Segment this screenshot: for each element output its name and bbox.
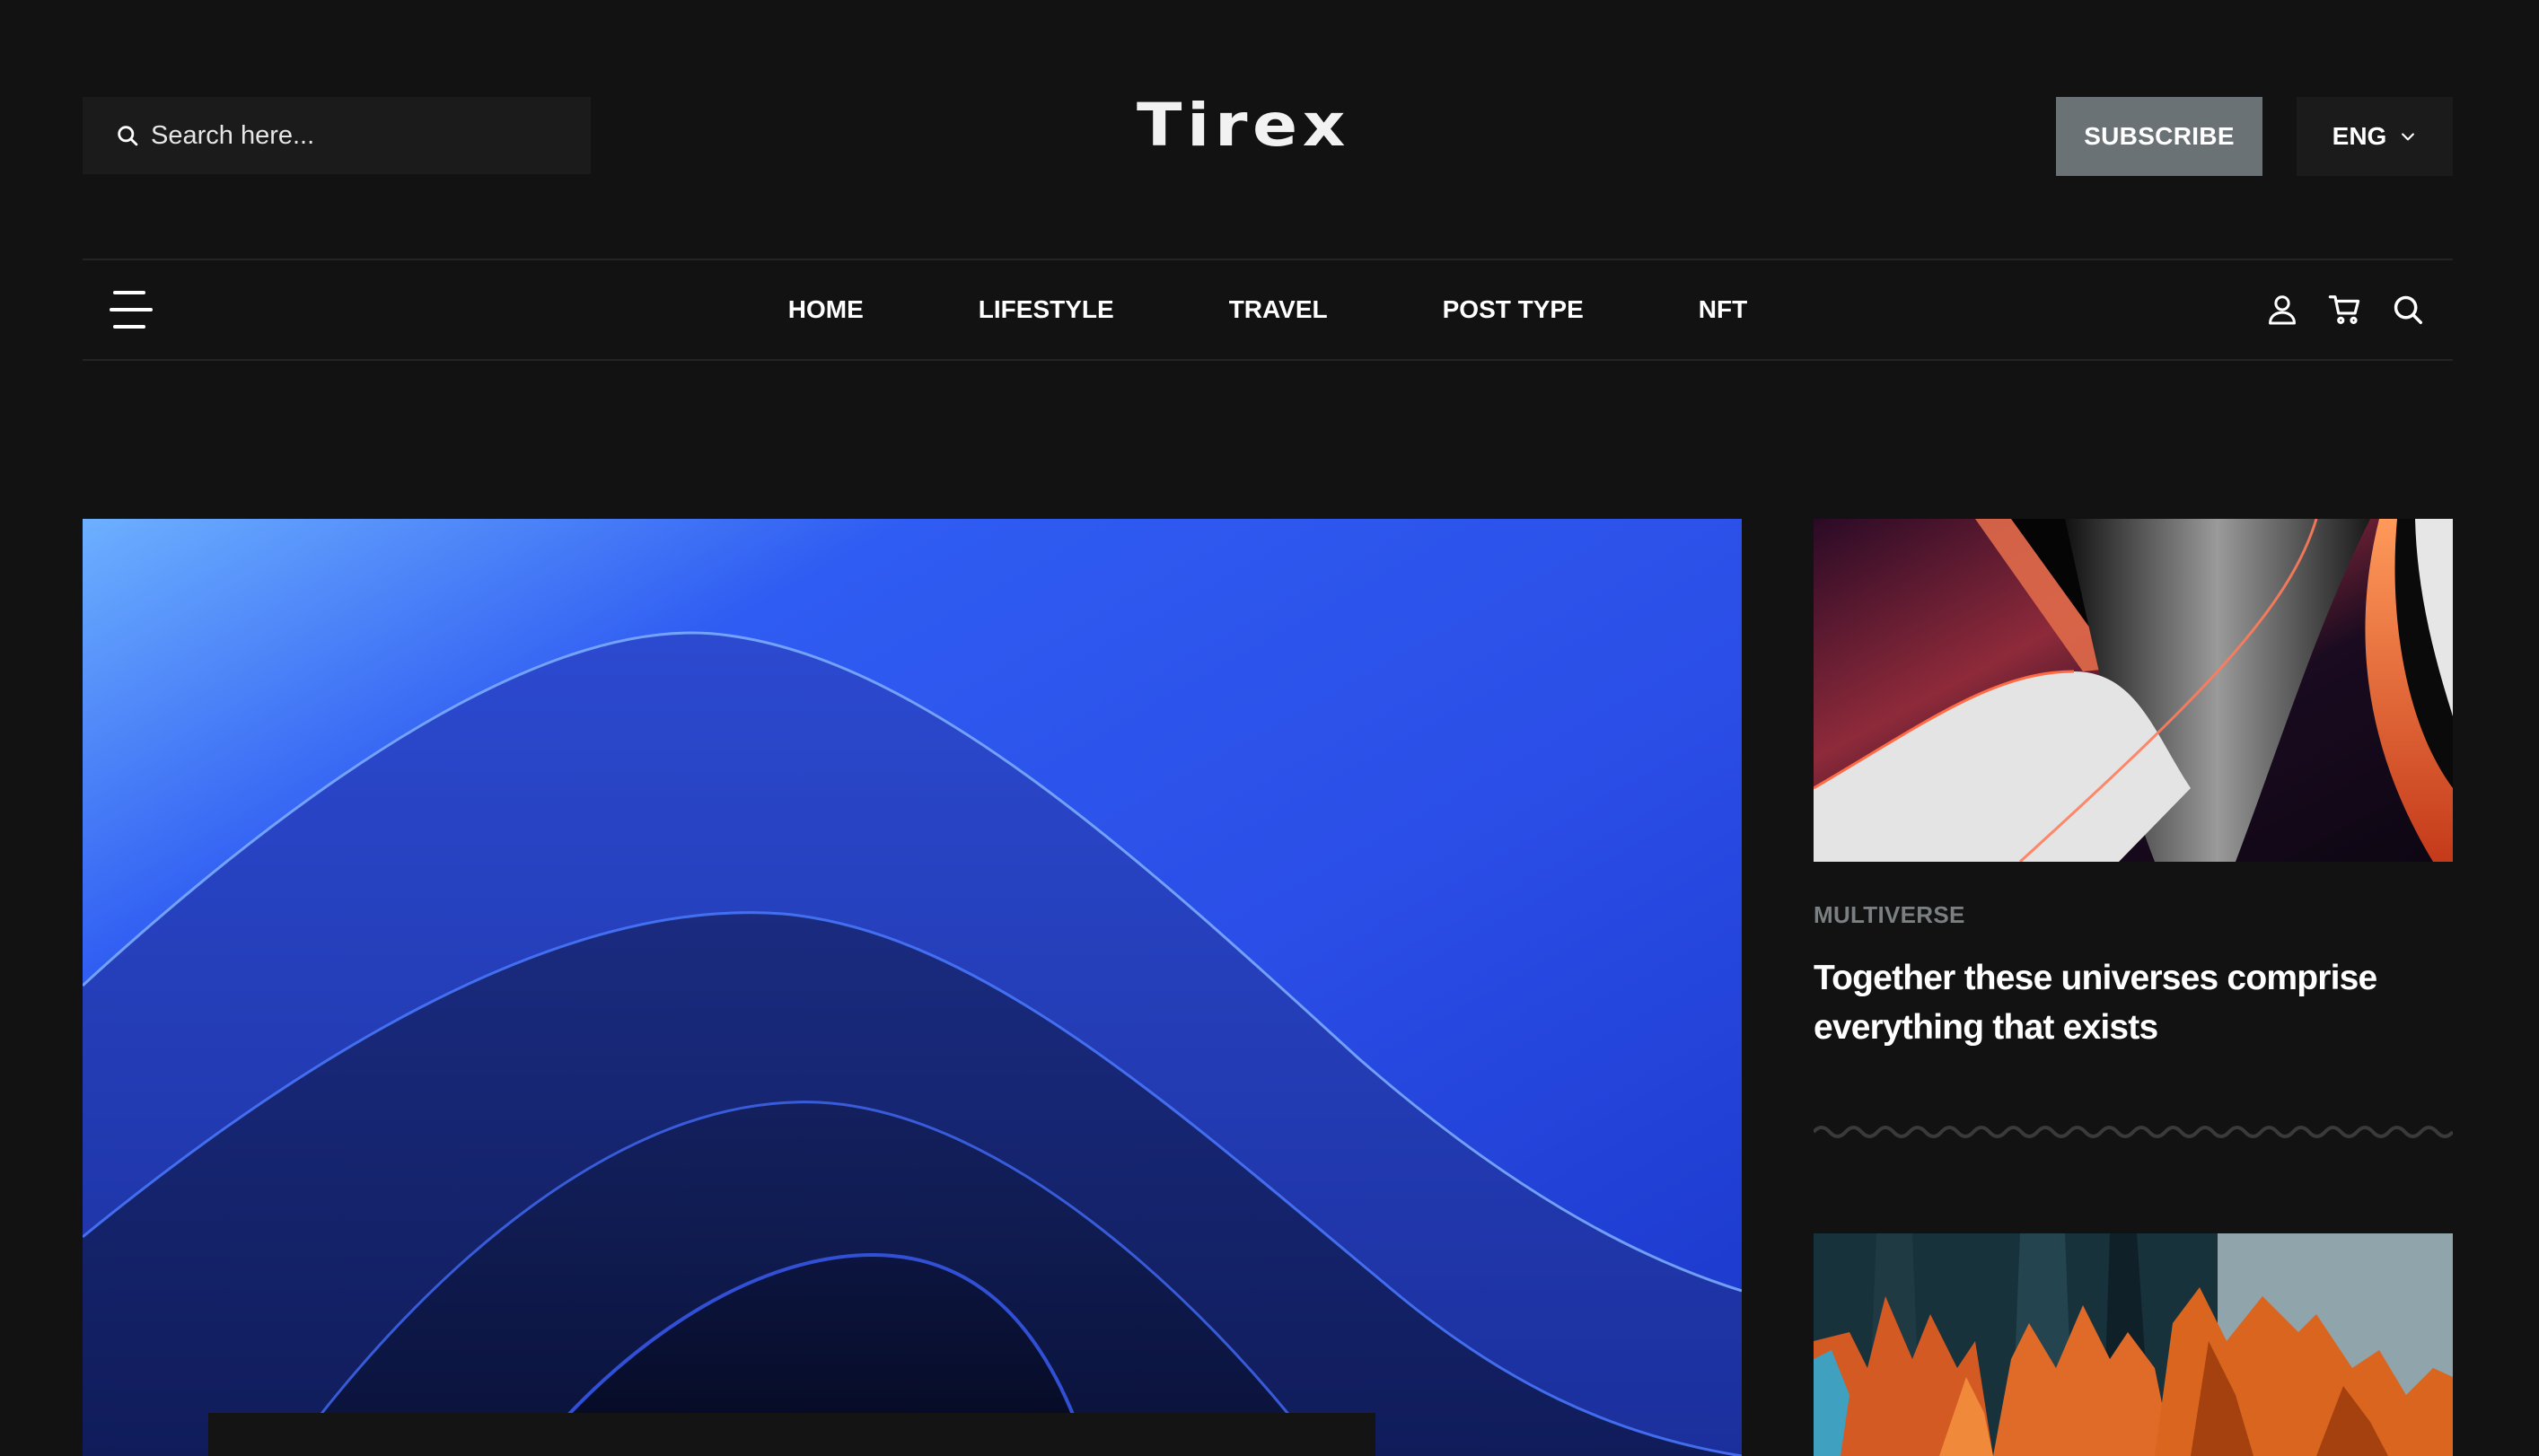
chevron-down-icon [2402,133,2415,141]
language-label: ENG [2332,122,2387,150]
search-icon [118,126,138,146]
post-thumbnail[interactable] [1814,519,2453,862]
search-placeholder: Search here... [151,120,315,150]
featured-post-image[interactable] [83,519,1742,1456]
user-icon[interactable] [2264,292,2300,328]
nav-item-home[interactable]: HOME [788,295,864,324]
language-select[interactable]: ENG [2297,97,2453,176]
cart-icon[interactable] [2327,292,2363,328]
menu-icon[interactable] [110,291,156,330]
nav-item-lifestyle[interactable]: LIFESTYLE [979,295,1114,324]
post-thumbnail[interactable] [1814,1233,2453,1456]
site-logo[interactable]: Tirex [1137,90,1368,162]
wave-divider [1814,1126,2453,1138]
nav-item-post-type[interactable]: POST TYPE [1443,295,1584,324]
main-navigation: HOME LIFESTYLE TRAVEL POST TYPE NFT [83,259,2453,361]
featured-post-card[interactable] [208,1413,1375,1456]
nav-item-nft[interactable]: NFT [1699,295,1747,324]
search-icon[interactable] [2390,292,2426,328]
post-title[interactable]: Together these universes comprise everyt… [1814,953,2453,1052]
nav-links: HOME LIFESTYLE TRAVEL POST TYPE NFT [83,260,2453,359]
nav-item-travel[interactable]: TRAVEL [1229,295,1328,324]
nav-icons [2237,260,2426,359]
search-input[interactable]: Search here... [83,97,591,174]
post-category[interactable]: MULTIVERSE [1814,901,1965,929]
subscribe-button[interactable]: SUBSCRIBE [2056,97,2262,176]
